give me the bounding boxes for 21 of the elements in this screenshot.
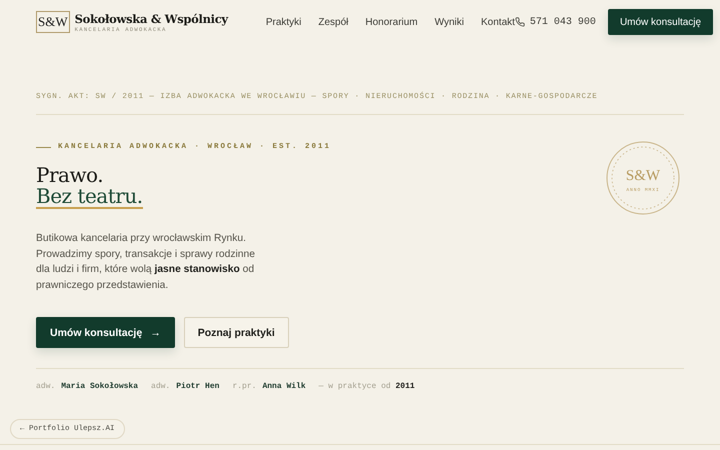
member-name: Maria Sokołowska — [61, 382, 138, 391]
nav-link[interactable]: Praktyki — [266, 16, 302, 28]
member-title: r.pr. — [232, 382, 256, 391]
headline: Prawo. — [36, 164, 104, 186]
member-title: adw. — [36, 382, 56, 391]
member-title: adw. — [151, 382, 170, 391]
brand-name: Sokołowska & Wspólnicy — [74, 12, 228, 26]
consultation-button[interactable]: Umów konsultację → — [36, 317, 175, 348]
practice-since: — w praktyce od 2011 — [318, 382, 415, 391]
nav-link[interactable]: Honorarium — [365, 16, 418, 28]
practices-button[interactable]: Poznaj praktyki — [184, 317, 289, 348]
logo-mark[interactable]: S&W — [36, 11, 70, 33]
nav-link[interactable]: Wyniki — [434, 16, 464, 28]
member-name: Anna Wilk — [262, 382, 306, 391]
nav-link[interactable]: Zespół — [318, 16, 348, 28]
nav-link[interactable]: Kontakt — [481, 16, 515, 28]
member-name: Piotr Hen — [176, 382, 220, 391]
phone-number[interactable]: 571 043 900 — [530, 16, 596, 28]
headline-accent: Bez teatru. — [36, 186, 143, 209]
lead-paragraph: Butikowa kancelaria przy wrocławskim Rynku. Prowadzimy spory, transakcje i sprawy rodzinne dla ludzi i firm, które wolą jasne stanowisko od prawniczego przedstawienia. — [36, 232, 256, 292]
consultation-button[interactable]: Umów konsultację — [608, 9, 714, 35]
